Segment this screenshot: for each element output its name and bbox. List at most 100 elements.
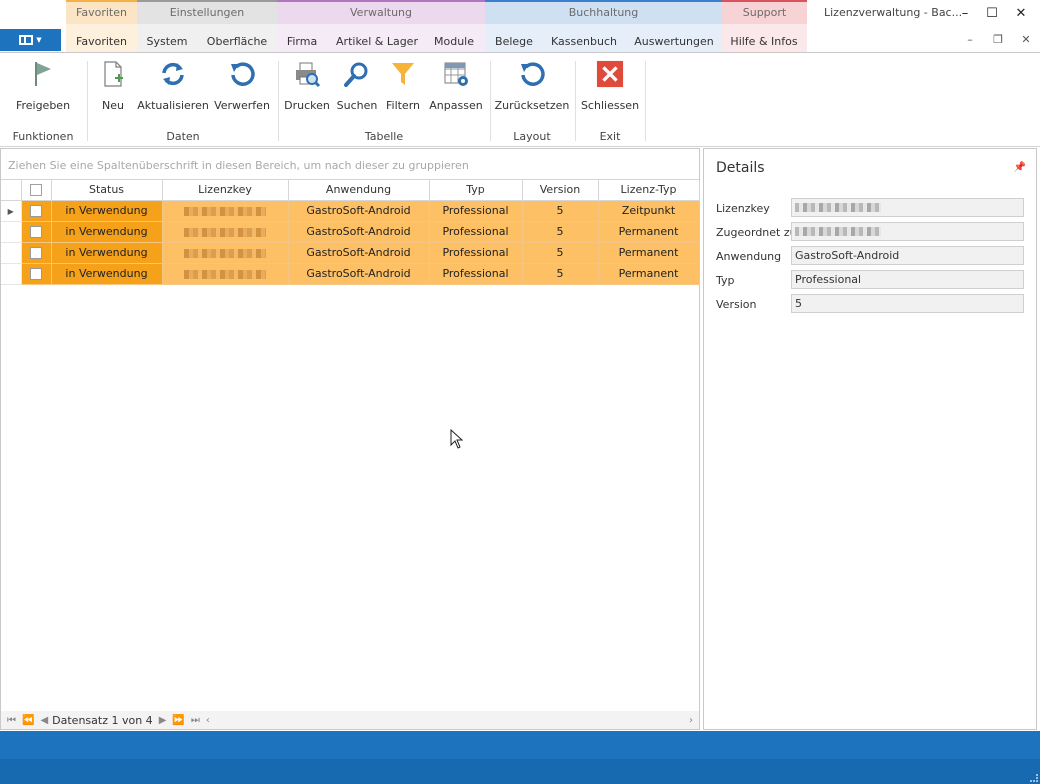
scroll-right-icon[interactable]: › (689, 715, 693, 726)
cell-anwendung[interactable]: GastroSoft-Android (288, 200, 430, 222)
column-header-status[interactable]: Status (51, 180, 163, 201)
cell-status[interactable]: in Verwendung (51, 200, 163, 222)
column-header-lizenz-typ[interactable]: Lizenz-Typ (598, 180, 700, 201)
cell-status[interactable]: in Verwendung (51, 263, 163, 285)
cell-lizenz-typ[interactable]: Permanent (598, 263, 700, 285)
cell-version[interactable]: 5 (522, 263, 599, 285)
field-label-lizenzkey: Lizenzkey (716, 202, 770, 215)
ribbon-separator (490, 61, 491, 141)
undo-icon (228, 59, 256, 89)
taskbar (0, 759, 1040, 784)
column-header-typ[interactable]: Typ (429, 180, 523, 201)
scroll-left-icon[interactable]: ‹ (206, 715, 210, 726)
schliessen-button[interactable]: Schliessen (581, 59, 639, 119)
tab-belege[interactable]: Belege (488, 30, 540, 52)
cell-lizenzkey-redacted[interactable] (162, 242, 289, 264)
row-checkbox[interactable] (21, 221, 52, 243)
cell-anwendung[interactable]: GastroSoft-Android (288, 263, 430, 285)
cell-anwendung[interactable]: GastroSoft-Android (288, 242, 430, 264)
field-zugeordnet-zu[interactable] (791, 222, 1024, 241)
tab-group-einstellungen: Einstellungen (137, 0, 277, 24)
last-record-icon[interactable]: ⏭ (191, 715, 200, 726)
filtern-button[interactable]: Filtern (384, 59, 422, 119)
next-record-icon[interactable]: ▶ (159, 715, 167, 726)
tab-oberflaeche[interactable]: Oberfläche (200, 30, 274, 52)
table-row[interactable]: in Verwendung GastroSoft-Android Profess… (1, 263, 700, 285)
row-checkbox[interactable] (21, 200, 52, 222)
previous-record-icon[interactable]: ◀ (40, 715, 48, 726)
cell-version[interactable]: 5 (522, 221, 599, 243)
first-record-icon[interactable]: ⏮ (7, 715, 16, 726)
column-header-anwendung[interactable]: Anwendung (288, 180, 430, 201)
select-all-checkbox[interactable] (21, 180, 52, 201)
ribbon: Freigeben Funktionen Neu Aktualisieren V… (0, 53, 1040, 147)
status-bar (0, 731, 1040, 759)
pin-icon[interactable]: 📌 (1014, 162, 1026, 173)
table-row[interactable]: in Verwendung GastroSoft-Android Profess… (1, 221, 700, 243)
field-anwendung[interactable]: GastroSoft-Android (791, 246, 1024, 265)
tab-group-buchhaltung: Buchhaltung (485, 0, 722, 24)
table-row[interactable]: in Verwendung GastroSoft-Android Profess… (1, 242, 700, 264)
cell-lizenz-typ[interactable]: Zeitpunkt (598, 200, 700, 222)
tab-hilfe-infos[interactable]: Hilfe & Infos (724, 30, 804, 52)
tab-auswertungen[interactable]: Auswertungen (630, 30, 718, 52)
table-header-row: Status Lizenzkey Anwendung Typ Version L… (1, 180, 700, 201)
cell-lizenzkey-redacted[interactable] (162, 263, 289, 285)
cell-version[interactable]: 5 (522, 242, 599, 264)
field-version[interactable]: 5 (791, 294, 1024, 313)
tab-firma[interactable]: Firma (280, 30, 324, 52)
current-row-arrow-icon: ▶ (7, 207, 14, 216)
license-table: Status Lizenzkey Anwendung Typ Version L… (1, 180, 700, 285)
aktualisieren-button[interactable]: Aktualisieren (137, 59, 209, 119)
column-header-version[interactable]: Version (522, 180, 599, 201)
tab-kassenbuch[interactable]: Kassenbuch (546, 30, 622, 52)
mdi-close-icon[interactable]: ✕ (1016, 30, 1036, 48)
anpassen-button[interactable]: Anpassen (428, 59, 484, 119)
table-row[interactable]: ▶ in Verwendung GastroSoft-Android Profe… (1, 200, 700, 222)
field-lizenzkey[interactable] (791, 198, 1024, 217)
cell-status[interactable]: in Verwendung (51, 221, 163, 243)
application-menu-button[interactable]: ▼ (0, 29, 61, 51)
search-icon (343, 59, 371, 89)
ribbon-separator (278, 61, 279, 141)
freigeben-button[interactable]: Freigeben (14, 59, 72, 119)
cell-lizenzkey-redacted[interactable] (162, 221, 289, 243)
cell-version[interactable]: 5 (522, 200, 599, 222)
cell-typ[interactable]: Professional (429, 263, 523, 285)
cell-anwendung[interactable]: GastroSoft-Android (288, 221, 430, 243)
group-by-hint[interactable]: Ziehen Sie eine Spaltenüberschrift in di… (8, 159, 469, 172)
field-label-zugeordnet-zu: Zugeordnet zu (716, 226, 797, 239)
tab-favoriten[interactable]: Favoriten (66, 30, 137, 52)
maximize-icon[interactable]: ☐ (982, 4, 1002, 22)
tab-module[interactable]: Module (428, 30, 480, 52)
drucken-button[interactable]: Drucken (284, 59, 330, 119)
suchen-button[interactable]: Suchen (336, 59, 378, 119)
cell-typ[interactable]: Professional (429, 200, 523, 222)
resize-grip-icon[interactable] (1030, 774, 1038, 782)
row-checkbox[interactable] (21, 242, 52, 264)
tab-artikel-lager[interactable]: Artikel & Lager (333, 30, 421, 52)
menu-icon (19, 35, 34, 45)
row-checkbox[interactable] (21, 263, 52, 285)
neu-button[interactable]: Neu (96, 59, 130, 119)
cell-lizenz-typ[interactable]: Permanent (598, 221, 700, 243)
tab-system[interactable]: System (139, 30, 195, 52)
close-window-icon[interactable]: ✕ (1011, 4, 1031, 22)
mdi-minimize-icon[interactable]: – (960, 30, 980, 48)
cell-typ[interactable]: Professional (429, 221, 523, 243)
previous-page-icon[interactable]: ⏪ (22, 715, 34, 726)
next-page-icon[interactable]: ⏩ (172, 715, 184, 726)
cell-lizenzkey-redacted[interactable] (162, 200, 289, 222)
cell-typ[interactable]: Professional (429, 242, 523, 264)
cell-lizenz-typ[interactable]: Permanent (598, 242, 700, 264)
column-header-lizenzkey[interactable]: Lizenzkey (162, 180, 289, 201)
mdi-restore-icon[interactable]: ❐ (988, 30, 1008, 48)
redacted-value (795, 227, 881, 236)
zuruecksetzen-button[interactable]: Zurücksetzen (495, 59, 569, 119)
cell-status[interactable]: in Verwendung (51, 242, 163, 264)
verwerfen-button[interactable]: Verwerfen (214, 59, 270, 119)
field-typ[interactable]: Professional (791, 270, 1024, 289)
tab-group-verwaltung: Verwaltung (277, 0, 485, 24)
minimize-icon[interactable]: – (955, 4, 975, 22)
refresh-icon (159, 59, 187, 89)
